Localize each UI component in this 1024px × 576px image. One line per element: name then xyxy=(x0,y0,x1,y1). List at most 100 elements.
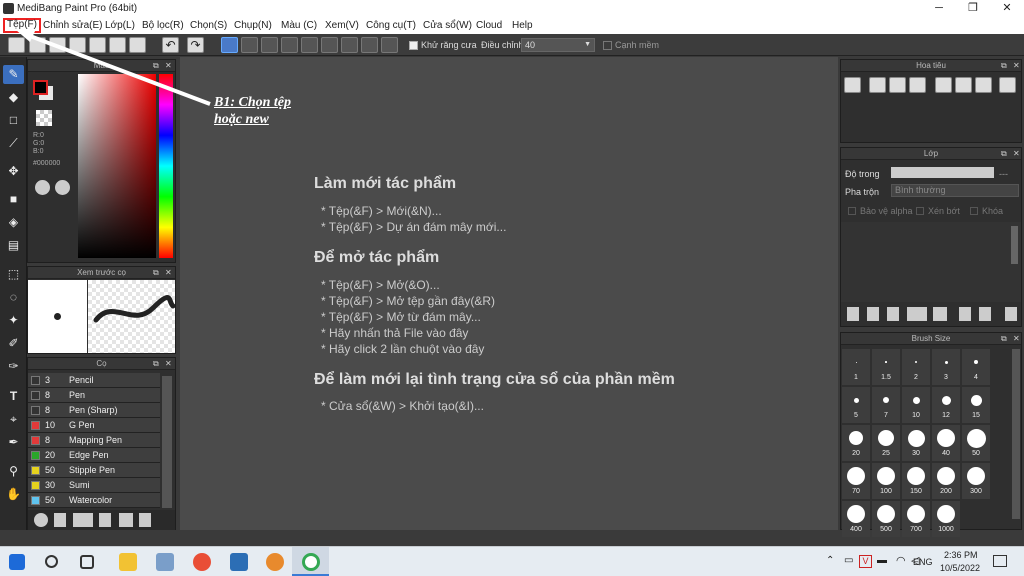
brush-size-cell[interactable]: 30 xyxy=(902,425,930,461)
brush-size-cell[interactable]: 3 xyxy=(932,349,960,385)
parallel-snap-icon[interactable] xyxy=(241,37,258,53)
menu-window[interactable]: Cửa sổ(W) xyxy=(423,19,472,33)
zoom-in-icon[interactable] xyxy=(869,77,886,93)
rotate-right-icon[interactable] xyxy=(975,77,992,93)
reset-rotate-icon[interactable] xyxy=(955,77,972,93)
chevron-up-icon[interactable]: ⌃ xyxy=(826,555,834,566)
paint-app-icon[interactable] xyxy=(156,553,174,571)
battery-icon[interactable]: ▬ xyxy=(877,555,887,566)
brush-size-scrollbar[interactable] xyxy=(1012,349,1020,519)
adjust-select[interactable]: 40 ▼ xyxy=(521,38,595,52)
settings-icon[interactable] xyxy=(381,37,398,53)
close-icon[interactable]: ✕ xyxy=(165,359,172,368)
brush-size-cell[interactable]: 25 xyxy=(872,425,900,461)
lock-checkbox[interactable] xyxy=(970,207,978,215)
windows-start-icon[interactable] xyxy=(9,554,25,570)
brush-size-cell[interactable]: 12 xyxy=(932,387,960,423)
flip-icon[interactable] xyxy=(999,77,1016,93)
select-eraser-icon[interactable]: ✑ xyxy=(3,357,24,376)
close-button[interactable]: ✕ xyxy=(990,0,1024,17)
search-icon[interactable] xyxy=(45,555,58,568)
select-tool-icon[interactable]: ⬚ xyxy=(3,265,24,284)
snap-off-icon[interactable] xyxy=(221,37,238,53)
undock-icon[interactable]: ⧉ xyxy=(1001,334,1007,344)
brush-size-cell[interactable]: 700 xyxy=(902,501,930,537)
menu-capture[interactable]: Chụp(N) xyxy=(234,19,272,33)
trash-icon[interactable] xyxy=(1005,307,1017,321)
merge-layer-icon[interactable] xyxy=(979,307,991,321)
palette-add-icon[interactable] xyxy=(55,180,70,195)
close-icon[interactable]: ✕ xyxy=(165,268,172,277)
brush-list-item[interactable]: 8 Pen xyxy=(28,388,160,403)
divide-tool-icon[interactable]: ✒ xyxy=(3,433,24,452)
brush-list-item[interactable]: 20 Edge Pen xyxy=(28,448,160,463)
file-explorer-icon[interactable] xyxy=(119,553,137,571)
brush-list-item[interactable]: 50 Stipple Pen xyxy=(28,463,160,478)
cloud-download-icon[interactable] xyxy=(34,513,48,527)
blend-select[interactable]: Bình thường xyxy=(891,184,1019,197)
vietkey-icon[interactable]: V xyxy=(859,555,872,568)
menu-cloud[interactable]: Cloud xyxy=(476,19,502,33)
gradient-tool-icon[interactable]: ▤ xyxy=(3,236,24,255)
soft-edge-checkbox[interactable] xyxy=(603,41,612,50)
grid-snap-icon[interactable] xyxy=(261,37,278,53)
brush-settings-icon[interactable] xyxy=(99,513,111,527)
brush-size-cell[interactable]: 70 xyxy=(842,463,870,499)
menu-color[interactable]: Màu (C) xyxy=(281,19,317,33)
fill-rect-tool-icon[interactable]: ■ xyxy=(3,190,24,209)
brush-size-cell[interactable]: 500 xyxy=(872,501,900,537)
new-layer-icon[interactable] xyxy=(847,307,859,321)
brush-size-cell[interactable]: 4 xyxy=(962,349,990,385)
opacity-slider[interactable] xyxy=(891,167,994,178)
brush-size-cell[interactable]: 100 xyxy=(872,463,900,499)
curve-snap-icon[interactable] xyxy=(341,37,358,53)
brush-size-cell[interactable]: 15 xyxy=(962,387,990,423)
circle-snap-icon[interactable] xyxy=(321,37,338,53)
brush-size-cell[interactable]: 150 xyxy=(902,463,930,499)
note-icon[interactable]: ▭ xyxy=(844,555,853,566)
clock-time[interactable]: 2:36 PM xyxy=(944,550,978,560)
transparent-swatch[interactable] xyxy=(36,110,52,126)
brush-size-cell[interactable]: 50 xyxy=(962,425,990,461)
duplicate-layer-icon[interactable] xyxy=(959,307,971,321)
calculator-icon[interactable] xyxy=(230,553,248,571)
antialias-checkbox[interactable] xyxy=(409,41,418,50)
new-8bit-layer-icon[interactable] xyxy=(887,307,899,321)
dot-tool-icon[interactable]: □ xyxy=(3,111,24,130)
eyedropper-icon[interactable]: ⚲ xyxy=(3,462,24,481)
maximize-button[interactable]: ❐ xyxy=(956,0,990,17)
undock-icon[interactable]: ⧉ xyxy=(1001,149,1007,159)
line-tool-icon[interactable]: ⟋ xyxy=(3,134,24,153)
brush-size-cell[interactable]: 1000 xyxy=(932,501,960,537)
perspective-snap-icon[interactable] xyxy=(281,37,298,53)
undock-icon[interactable]: ⧉ xyxy=(153,359,159,369)
new-brush-icon[interactable] xyxy=(54,513,66,527)
clip-checkbox[interactable] xyxy=(916,207,924,215)
add-layer-menu-icon[interactable] xyxy=(907,307,927,321)
menu-view[interactable]: Xem(V) xyxy=(325,19,359,33)
brush-size-cell[interactable]: 1 xyxy=(842,349,870,385)
menu-tools[interactable]: Công cụ(T) xyxy=(366,19,416,33)
undock-icon[interactable]: ⧉ xyxy=(1001,61,1007,71)
chrome-icon[interactable] xyxy=(193,553,211,571)
text-tool-icon[interactable]: T xyxy=(3,387,24,406)
brush-size-cell[interactable]: 20 xyxy=(842,425,870,461)
fit-icon[interactable] xyxy=(889,77,906,93)
zoom-out-icon[interactable] xyxy=(909,77,926,93)
close-icon[interactable]: ✕ xyxy=(1013,334,1020,343)
brush-size-cell[interactable]: 1.5 xyxy=(872,349,900,385)
new-halftone-layer-icon[interactable] xyxy=(867,307,879,321)
clock-date[interactable]: 10/5/2022 xyxy=(940,563,980,573)
medibang-taskbar-button[interactable] xyxy=(292,547,329,576)
select-pen-icon[interactable]: ✐ xyxy=(3,334,24,353)
protect-alpha-checkbox[interactable] xyxy=(848,207,856,215)
brush-list-item[interactable]: 10 G Pen xyxy=(28,418,160,433)
brush-list-item[interactable]: 8 Mapping Pen xyxy=(28,433,160,448)
brush-size-cell[interactable]: 10 xyxy=(902,387,930,423)
close-icon[interactable]: ✕ xyxy=(1013,61,1020,70)
zoom-icon[interactable] xyxy=(844,77,861,93)
task-view-icon[interactable] xyxy=(80,555,94,569)
app-icon-orange[interactable] xyxy=(266,553,284,571)
menu-help[interactable]: Help xyxy=(512,19,533,33)
brush-size-cell[interactable]: 40 xyxy=(932,425,960,461)
